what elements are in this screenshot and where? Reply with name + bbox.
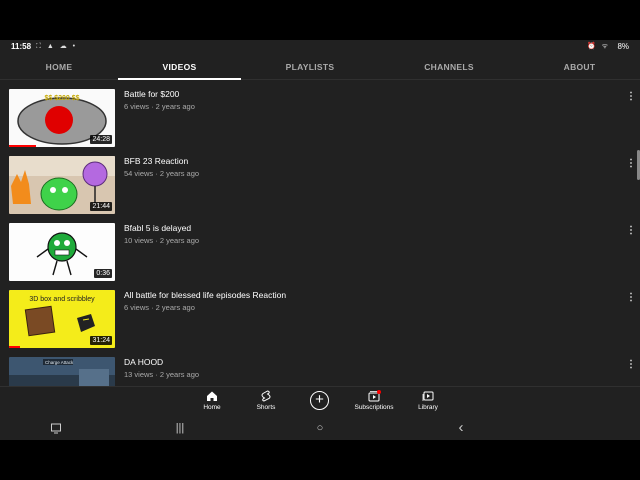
- nav-home-label: Home: [203, 404, 221, 411]
- app-screen: 11:58 ⛶ ▲ ☁ • ⏰ ᯤ 8% HOME VIDEOS PLAYLIS…: [0, 40, 640, 440]
- tab-playlists[interactable]: PLAYLISTS: [241, 54, 379, 80]
- video-title[interactable]: BFB 23 Reaction: [124, 156, 188, 166]
- back-button[interactable]: ‹: [451, 420, 471, 436]
- nav-shorts[interactable]: Shorts: [251, 389, 281, 417]
- bottom-navigation: Home Shorts + Subscriptions Library: [0, 386, 640, 416]
- tab-videos[interactable]: VIDEOS: [118, 54, 241, 80]
- thumbnail-caption: Charge Attack: [45, 360, 74, 365]
- watch-progress: [9, 346, 20, 348]
- nav-library-label: Library: [418, 404, 438, 411]
- tab-about[interactable]: ABOUT: [519, 54, 640, 80]
- channel-tabs: HOME VIDEOS PLAYLISTS CHANNELS ABOUT: [0, 54, 640, 80]
- video-thumbnail[interactable]: Charge Attack: [9, 357, 115, 386]
- video-row[interactable]: 21:44 BFB 23 Reaction 54 views · 2 years…: [0, 149, 640, 214]
- status-time: 11:58: [11, 42, 32, 51]
- more-options-icon[interactable]: ⋮: [626, 291, 636, 305]
- active-tab-indicator: [118, 78, 241, 80]
- recents-button[interactable]: |||: [170, 420, 190, 436]
- more-options-icon[interactable]: ⋮: [626, 157, 636, 171]
- video-thumbnail[interactable]: 21:44: [9, 156, 115, 214]
- letterbox-top: [0, 0, 640, 40]
- thumbnail-caption: 3D box and scribbley: [29, 296, 95, 303]
- more-options-icon[interactable]: ⋮: [626, 358, 636, 372]
- screenshot-icon[interactable]: [46, 420, 66, 436]
- video-row[interactable]: $$ $200 $$ 24:28 Battle for $200 6 views…: [0, 82, 640, 147]
- library-icon: [422, 391, 434, 401]
- nav-subscriptions[interactable]: Subscriptions: [349, 389, 399, 417]
- video-list: $$ $200 $$ 24:28 Battle for $200 6 views…: [0, 82, 640, 386]
- nav-subscriptions-label: Subscriptions: [354, 404, 394, 411]
- shorts-icon: [261, 390, 271, 402]
- home-icon: [207, 391, 217, 401]
- video-duration: 24:28: [90, 135, 112, 144]
- battery-indicator: 8%: [617, 42, 629, 51]
- status-bar: 11:58 ⛶ ▲ ☁ • ⏰ ᯤ 8%: [0, 40, 640, 54]
- video-thumbnail[interactable]: 3D box and scribbley 31:24: [9, 290, 115, 348]
- nav-library[interactable]: Library: [413, 389, 443, 417]
- subscriptions-icon: [368, 390, 381, 402]
- video-title[interactable]: Battle for $200: [124, 89, 179, 99]
- more-options-icon[interactable]: ⋮: [626, 224, 636, 238]
- more-options-icon[interactable]: ⋮: [626, 90, 636, 104]
- video-meta: 10 views · 2 years ago: [124, 236, 200, 245]
- video-meta: 6 views · 2 years ago: [124, 102, 195, 111]
- system-navigation: ||| ○ ‹: [0, 416, 640, 440]
- video-row[interactable]: 3D box and scribbley 31:24 All battle fo…: [0, 283, 640, 348]
- video-row[interactable]: 0:36 Bfabl 5 is delayed 10 views · 2 yea…: [0, 216, 640, 281]
- video-meta: 13 views · 2 years ago: [124, 370, 200, 379]
- watch-progress: [9, 145, 36, 147]
- letterbox-bottom: [0, 440, 640, 480]
- video-meta: 54 views · 2 years ago: [124, 169, 200, 178]
- add-icon[interactable]: +: [310, 391, 329, 410]
- video-duration: 21:44: [90, 202, 112, 211]
- system-home-button[interactable]: ○: [310, 420, 330, 436]
- video-duration: 31:24: [90, 336, 112, 345]
- nav-shorts-label: Shorts: [256, 404, 276, 411]
- video-title[interactable]: All battle for blessed life episodes Rea…: [124, 290, 286, 300]
- thumbnail-art: Charge Attack: [9, 357, 115, 386]
- nav-home[interactable]: Home: [197, 389, 227, 417]
- video-thumbnail[interactable]: $$ $200 $$ 24:28: [9, 89, 115, 147]
- video-duration: 0:36: [94, 269, 112, 278]
- wifi-alarm-icons: ⏰ ᯤ: [586, 43, 610, 50]
- video-row[interactable]: Charge Attack DA HOOD 13 views · 2 years…: [0, 350, 640, 386]
- video-title[interactable]: DA HOOD: [124, 357, 163, 367]
- tab-channels[interactable]: CHANNELS: [379, 54, 519, 80]
- video-title[interactable]: Bfabl 5 is delayed: [124, 223, 191, 233]
- video-thumbnail[interactable]: 0:36: [9, 223, 115, 281]
- video-meta: 6 views · 2 years ago: [124, 303, 195, 312]
- tab-home[interactable]: HOME: [0, 54, 118, 80]
- thumbnail-caption: $$ $200 $$: [44, 95, 79, 102]
- notification-icons: ⛶ ▲ ☁ •: [36, 43, 78, 50]
